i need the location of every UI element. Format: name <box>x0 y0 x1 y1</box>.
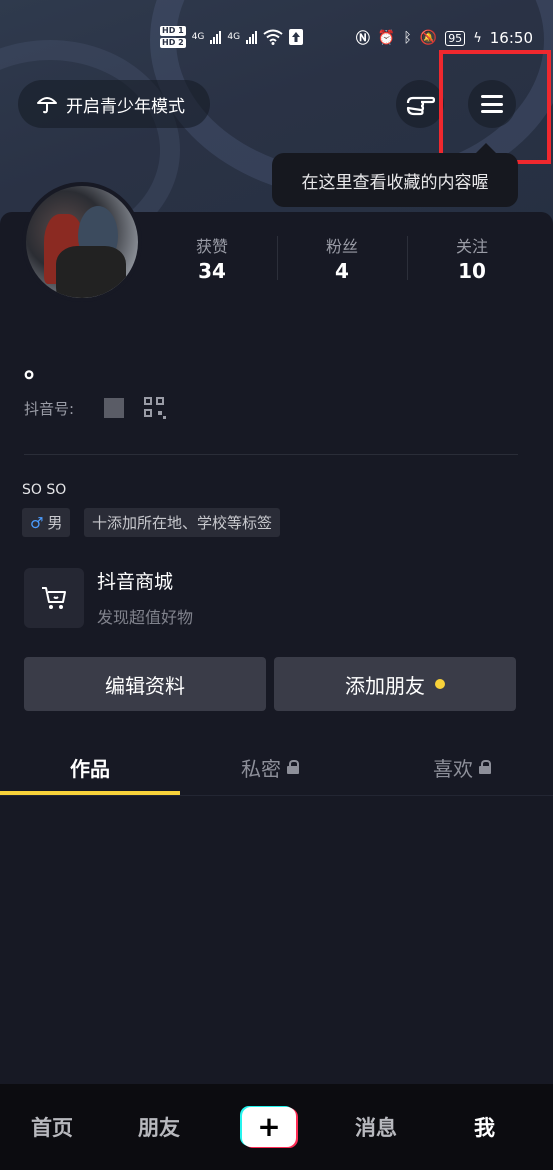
lock-icon <box>479 760 491 774</box>
edit-profile-button[interactable]: 编辑资料 <box>24 657 266 711</box>
bluetooth-icon: ᛒ <box>403 30 412 46</box>
stat-label: 粉丝 <box>325 237 358 256</box>
stat-likes[interactable]: 获赞 34 <box>147 232 277 284</box>
signal-bars-icon <box>210 30 222 44</box>
teen-mode-button[interactable]: 开启青少年模式 <box>18 80 210 128</box>
shop-entry[interactable]: 抖音商城 发现超值好物 <box>24 567 193 628</box>
profile-stats: 获赞 34 粉丝 4 关注 10 <box>147 232 537 284</box>
lock-icon <box>287 760 299 774</box>
gender-tag[interactable]: ♂ 男 <box>22 508 71 537</box>
tab-likes[interactable]: 喜欢 <box>372 742 552 792</box>
battery-indicator: 95 <box>445 30 466 46</box>
tab-private[interactable]: 私密 <box>180 742 360 792</box>
tab-private-label: 私密 <box>241 756 281 781</box>
male-icon: ♂ <box>30 513 44 532</box>
tab-likes-label: 喜欢 <box>433 756 473 781</box>
create-post-button[interactable]: + <box>240 1106 298 1148</box>
shop-title: 抖音商城 <box>97 571 174 593</box>
add-tag-label: 十添加所在地、学校等标签 <box>92 514 273 532</box>
pointing-hand-icon <box>406 96 435 116</box>
tab-works-label: 作品 <box>70 756 110 781</box>
avatar[interactable] <box>22 182 142 302</box>
content-tabs: 作品 私密 喜欢 <box>0 742 553 796</box>
favorites-tooltip: 在这里查看收藏的内容喔 <box>272 143 518 207</box>
profile-card <box>0 212 553 1084</box>
signal-bars-icon <box>246 30 258 44</box>
bottom-navigation: 首页 朋友 + 消息 我 <box>0 1084 553 1170</box>
nav-messages[interactable]: 消息 <box>355 1112 397 1142</box>
hd-badges: HD 1 HD 2 <box>160 26 186 48</box>
stat-label: 关注 <box>455 237 488 256</box>
stat-following[interactable]: 关注 10 <box>407 232 537 284</box>
nav-home[interactable]: 首页 <box>31 1112 73 1142</box>
shop-subtitle: 发现超值好物 <box>97 608 194 627</box>
divider <box>24 454 518 455</box>
charging-icon: ϟ <box>473 30 482 46</box>
stat-followers[interactable]: 粉丝 4 <box>277 232 407 284</box>
plus-icon: + <box>257 1110 281 1143</box>
douyin-id-value-redacted <box>104 398 125 418</box>
gender-label: 男 <box>47 514 63 532</box>
hd2-badge: HD 2 <box>160 38 186 48</box>
shop-text: 抖音商城 发现超值好物 <box>97 567 193 628</box>
system-indicators: Ⓝ ⏰ ᛒ 🔕 95 ϟ 16:50 <box>356 28 533 48</box>
tooltip-text: 在这里查看收藏的内容喔 <box>301 172 489 193</box>
upload-icon <box>289 29 304 45</box>
network-type-2: 4G <box>227 32 241 42</box>
hd1-badge: HD 1 <box>160 26 186 36</box>
nav-me[interactable]: 我 <box>474 1112 495 1142</box>
teen-mode-label: 开启青少年模式 <box>66 96 185 117</box>
mute-icon: 🔕 <box>419 30 438 46</box>
alarm-icon: ⏰ <box>377 30 396 46</box>
stat-label: 获赞 <box>195 237 228 256</box>
add-friend-label: 添加朋友 <box>345 673 425 698</box>
visitor-button[interactable] <box>396 80 444 128</box>
douyin-id-row: 抖音号: <box>24 397 167 419</box>
stat-value: 10 <box>458 259 486 283</box>
active-tab-indicator <box>0 791 180 795</box>
stat-value: 4 <box>335 259 349 283</box>
shopping-cart-icon <box>24 567 84 628</box>
status-bar: HD 1 HD 2 4G 4G Ⓝ ⏰ ᛒ 🔕 95 ϟ 16:50 <box>0 26 553 52</box>
nickname: 。 <box>24 354 51 384</box>
clock: 16:50 <box>489 29 533 47</box>
qr-code-icon[interactable] <box>144 397 167 419</box>
umbrella-icon <box>37 97 57 114</box>
nfc-icon: Ⓝ <box>355 31 370 47</box>
wifi-icon <box>263 29 283 45</box>
bio-text: SO SO <box>22 482 67 498</box>
tab-works[interactable]: 作品 <box>0 742 180 792</box>
stat-value: 34 <box>198 259 226 283</box>
douyin-id-label: 抖音号: <box>24 399 75 418</box>
notification-dot <box>435 679 445 689</box>
add-friend-button[interactable]: 添加朋友 <box>274 657 516 711</box>
add-tag-button[interactable]: 十添加所在地、学校等标签 <box>84 508 281 537</box>
network-type-1: 4G <box>191 32 205 42</box>
nav-friends[interactable]: 朋友 <box>138 1112 180 1142</box>
edit-profile-label: 编辑资料 <box>105 673 185 698</box>
signal-indicators: HD 1 HD 2 4G 4G <box>160 26 304 48</box>
